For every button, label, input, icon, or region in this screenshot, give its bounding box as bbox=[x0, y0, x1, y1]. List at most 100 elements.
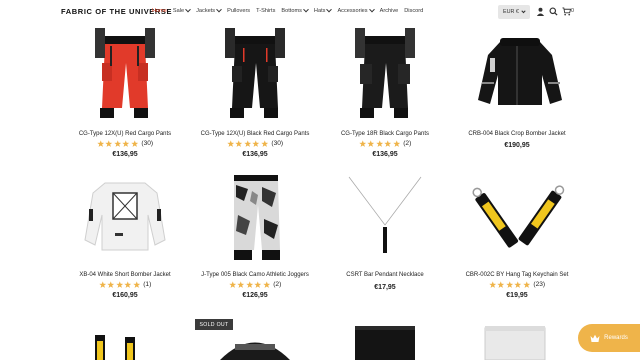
star-icon bbox=[122, 140, 130, 147]
nav-discord[interactable]: Discord bbox=[404, 8, 423, 14]
chevron-down-icon bbox=[521, 8, 526, 13]
product-title[interactable]: XB-04 White Short Bomber Jacket bbox=[60, 272, 190, 278]
search-icon[interactable] bbox=[549, 7, 558, 16]
product-image[interactable] bbox=[480, 322, 550, 360]
star-icon bbox=[261, 140, 269, 147]
chevron-down-icon bbox=[326, 6, 333, 13]
product-image[interactable] bbox=[350, 322, 420, 360]
product-rating: (2) bbox=[320, 140, 450, 148]
nav-label: Jackets bbox=[196, 8, 216, 14]
product-title[interactable]: CG-Type 18R Black Cargo Pants bbox=[320, 131, 450, 137]
product-rating: (2) bbox=[190, 281, 320, 289]
star-icon bbox=[229, 281, 236, 288]
star-icon bbox=[97, 140, 105, 147]
rewards-label: Rewards bbox=[604, 335, 628, 341]
star-icon bbox=[235, 140, 243, 147]
star-icon bbox=[489, 281, 497, 288]
product-title[interactable]: CSRT Bar Pendant Necklace bbox=[320, 272, 450, 278]
star-icon bbox=[244, 140, 252, 147]
star-icon bbox=[367, 140, 375, 147]
product-price: €136,95 bbox=[242, 151, 268, 158]
currency-label: EUR € bbox=[503, 9, 519, 15]
nav-hats[interactable]: Hats bbox=[314, 6, 333, 14]
review-count: (23) bbox=[533, 281, 546, 289]
star-icon bbox=[497, 281, 505, 288]
product-price: €19,95 bbox=[506, 292, 528, 299]
user-icon[interactable] bbox=[536, 7, 545, 16]
product-price: €136,95 bbox=[372, 151, 398, 158]
chevron-down-icon bbox=[216, 6, 222, 13]
cart-icon[interactable] bbox=[562, 7, 571, 16]
product-rating: (1) bbox=[60, 281, 190, 289]
cart-count: 0 bbox=[571, 8, 574, 14]
chevron-down-icon bbox=[185, 6, 191, 13]
main-nav: Home Sale Jackets Pullovers T-Shirts Bot… bbox=[152, 6, 423, 14]
product-image[interactable] bbox=[80, 28, 170, 123]
nav-label: Bottoms bbox=[281, 8, 302, 14]
star-icon bbox=[105, 140, 113, 147]
product-image[interactable] bbox=[470, 30, 570, 120]
product-rating: (23) bbox=[452, 281, 582, 289]
product-image[interactable] bbox=[218, 175, 298, 265]
review-count: (30) bbox=[141, 140, 154, 148]
site-header: FABRIC OF THE UNIVERSE Home Sale Jackets… bbox=[0, 0, 640, 24]
product-grid: CG-Type 12X(U) Red Cargo Pants (30) €136… bbox=[0, 0, 640, 360]
star-icon bbox=[506, 281, 514, 288]
star-icon bbox=[523, 281, 531, 288]
star-icon bbox=[246, 281, 253, 288]
product-title[interactable]: CG-Type 12X(U) Black Red Cargo Pants bbox=[190, 131, 320, 137]
nav-jackets[interactable]: Jackets bbox=[196, 6, 222, 14]
product-price: €17,95 bbox=[374, 284, 396, 291]
product-rating: (30) bbox=[60, 140, 190, 148]
nav-label: Archive bbox=[379, 8, 399, 14]
product-image[interactable] bbox=[215, 330, 295, 360]
review-count: (2) bbox=[273, 281, 282, 289]
product-price: €136,95 bbox=[112, 151, 138, 158]
product-image[interactable] bbox=[345, 175, 425, 260]
product-image[interactable] bbox=[340, 28, 430, 123]
star-icon bbox=[254, 281, 262, 288]
star-icon bbox=[393, 140, 400, 147]
star-icon bbox=[376, 140, 383, 147]
star-icon bbox=[514, 281, 522, 288]
star-icon bbox=[359, 140, 366, 147]
review-count: (30) bbox=[271, 140, 284, 148]
star-icon bbox=[252, 140, 260, 147]
product-title[interactable]: CG-Type 12X(U) Red Cargo Pants bbox=[60, 131, 190, 137]
chevron-down-icon bbox=[303, 6, 309, 13]
star-icon bbox=[227, 140, 235, 147]
product-title[interactable]: CRB-004 Black Crop Bomber Jacket bbox=[452, 131, 582, 137]
product-rating: (30) bbox=[190, 140, 320, 148]
nav-label: Sale bbox=[172, 8, 185, 14]
star-icon bbox=[131, 140, 139, 147]
nav-label: T-Shirts bbox=[256, 8, 276, 14]
nav-accessories[interactable]: Accessories bbox=[337, 6, 375, 14]
product-title[interactable]: CBR-002C BY Hang Tag Keychain Set bbox=[452, 272, 582, 278]
crown-icon bbox=[590, 334, 600, 342]
product-image[interactable] bbox=[470, 178, 570, 263]
star-icon bbox=[116, 281, 123, 288]
product-price: €160,95 bbox=[112, 292, 138, 299]
product-title[interactable]: J-Type 005 Black Camo Athletic Joggers bbox=[190, 272, 320, 278]
nav-pullovers[interactable]: Pullovers bbox=[227, 8, 250, 14]
rewards-button[interactable]: Rewards bbox=[578, 324, 640, 352]
star-icon bbox=[237, 281, 245, 288]
star-icon bbox=[99, 281, 106, 288]
nav-label: Home bbox=[152, 8, 167, 14]
star-icon bbox=[107, 281, 115, 288]
nav-sale[interactable]: Sale bbox=[172, 6, 191, 14]
product-price: €126,95 bbox=[242, 292, 268, 299]
star-icon bbox=[114, 140, 122, 147]
product-price: €190,95 bbox=[504, 142, 530, 149]
currency-selector[interactable]: EUR € bbox=[498, 5, 530, 19]
nav-archive[interactable]: Archive bbox=[380, 8, 399, 14]
nav-tshirts[interactable]: T-Shirts bbox=[256, 8, 275, 14]
star-icon bbox=[384, 140, 392, 147]
nav-bottoms[interactable]: Bottoms bbox=[281, 6, 309, 14]
star-icon bbox=[133, 281, 140, 288]
product-image[interactable] bbox=[75, 175, 175, 260]
star-icon bbox=[263, 281, 270, 288]
product-image[interactable] bbox=[210, 28, 300, 123]
product-image[interactable] bbox=[85, 325, 155, 360]
nav-home[interactable]: Home bbox=[152, 8, 167, 14]
